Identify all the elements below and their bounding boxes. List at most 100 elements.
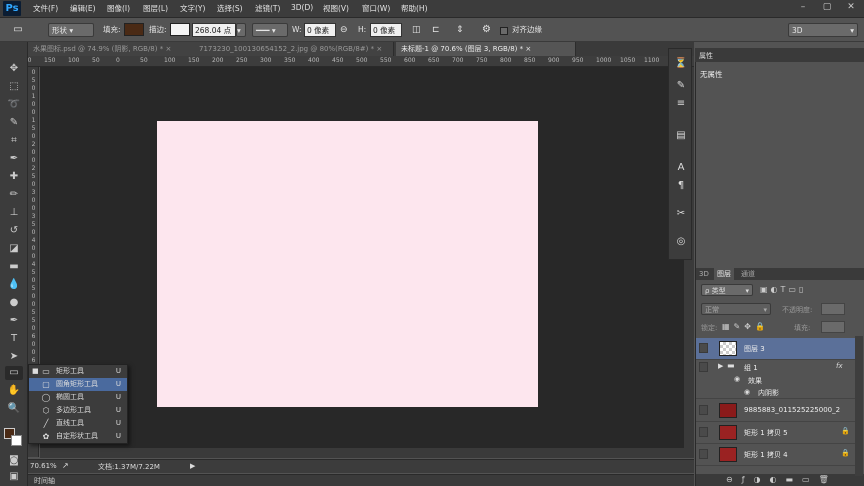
menu-edit[interactable]: 编辑(E)	[70, 3, 96, 14]
screen-mode-icon[interactable]: ▣	[5, 470, 23, 484]
eraser-tool-icon[interactable]: ◪	[5, 242, 23, 256]
blend-mode-select[interactable]: 正常 ▾	[701, 303, 771, 315]
lasso-tool-icon[interactable]: ➰	[5, 98, 23, 112]
align-edges-checkbox[interactable]	[500, 27, 508, 35]
dodge-tool-icon[interactable]: ●	[5, 296, 23, 310]
tab-channels[interactable]: 通道	[738, 268, 758, 280]
path-alignment-icon[interactable]: ⊏	[432, 23, 440, 37]
visibility-toggle[interactable]	[699, 343, 708, 353]
tab-close-icon[interactable]: ×	[376, 45, 382, 53]
pen-tool-icon[interactable]: ✒	[5, 314, 23, 328]
layer-row[interactable]: 矩形 1 拷贝 4 🔒	[696, 444, 856, 466]
brush-presets-icon[interactable]: ✎	[673, 79, 689, 93]
path-operations-icon[interactable]: ◫	[412, 23, 421, 37]
menu-window[interactable]: 窗口(W)	[362, 3, 390, 14]
3d-panel-icon[interactable]: ◎	[673, 235, 689, 249]
menu-view[interactable]: 视图(V)	[323, 3, 349, 14]
fill-field[interactable]	[821, 321, 845, 333]
height-field[interactable]: 0 像素	[370, 23, 402, 37]
opacity-field[interactable]	[821, 303, 845, 315]
effect-eye-icon[interactable]: ◉	[744, 388, 750, 396]
effect-eye-icon[interactable]: ◉	[734, 375, 740, 383]
visibility-toggle[interactable]	[699, 405, 708, 415]
menu-filter[interactable]: 滤镜(T)	[255, 3, 280, 14]
menu-help[interactable]: 帮助(H)	[401, 3, 428, 14]
layer-row[interactable]: 9885883_011525225000_2	[696, 400, 856, 422]
status-menu-arrow-icon[interactable]: ▶	[190, 462, 195, 470]
properties-title[interactable]: 属性	[699, 51, 713, 61]
layer-row[interactable]: 图层 3	[696, 338, 856, 360]
paragraph-panel-icon[interactable]: ¶	[673, 179, 689, 193]
tab-close-icon[interactable]: ×	[165, 45, 171, 53]
zoom-level[interactable]: 70.61%	[30, 462, 57, 470]
rectangle-tool-item[interactable]: ■ ▭ 矩形工具 U	[29, 365, 127, 378]
crop-tool-icon[interactable]: ⌗	[5, 134, 23, 148]
fill-color-swatch[interactable]	[124, 23, 144, 36]
line-tool-item[interactable]: ╱ 直线工具 U	[29, 417, 127, 430]
path-selection-tool-icon[interactable]: ➤	[5, 350, 23, 364]
visibility-toggle[interactable]	[699, 362, 708, 372]
shape-tool-icon[interactable]: ▭	[5, 366, 23, 380]
tab-jpg[interactable]: 7173230_100130654152_2.jpg @ 80%(RGB/8#)…	[194, 42, 394, 56]
stroke-type-select[interactable]: ━━━ ▾	[252, 23, 288, 37]
lock-icons[interactable]: ▦✎✥🔒	[722, 322, 769, 331]
layers-scrollbar[interactable]	[855, 336, 863, 476]
path-arrangement-icon[interactable]: ⇕	[456, 23, 464, 37]
menu-select[interactable]: 选择(S)	[217, 3, 243, 14]
quick-mask-icon[interactable]: ◙	[5, 454, 23, 468]
background-color-swatch[interactable]	[11, 435, 22, 446]
layer-row[interactable]: 矩形 1 拷贝 5 🔒	[696, 422, 856, 444]
rounded-rectangle-tool-item[interactable]: ▢ 圆角矩形工具 U	[29, 378, 127, 391]
workspace-select[interactable]: 3D ▾	[788, 23, 858, 37]
blur-tool-icon[interactable]: 💧	[5, 278, 23, 292]
maximize-button[interactable]: ▢	[816, 0, 838, 14]
quick-select-tool-icon[interactable]: ✎	[5, 116, 23, 130]
actions-panel-icon[interactable]: ▤	[673, 129, 689, 143]
visibility-toggle[interactable]	[699, 449, 708, 459]
tab-fruit-icon[interactable]: 水果图标.psd @ 74.9% (阴影, RGB/8) * ×	[28, 42, 206, 56]
zoom-tool-icon[interactable]: 🔍	[5, 402, 23, 416]
tool-presets-icon[interactable]: ✂	[673, 207, 689, 221]
menu-file[interactable]: 文件(F)	[33, 3, 58, 14]
inner-shadow-row[interactable]: ◉ 内阴影	[696, 386, 856, 399]
link-icon[interactable]: ⊖	[340, 23, 348, 37]
layer-filter-select[interactable]: ρ 类型 ▾	[701, 284, 753, 296]
stroke-size-field[interactable]: 268.04 点	[192, 23, 236, 37]
marquee-tool-icon[interactable]: ⬚	[5, 80, 23, 94]
stroke-color-swatch[interactable]	[170, 23, 190, 36]
menu-type[interactable]: 文字(Y)	[180, 3, 205, 14]
rectangle-tool-preset-icon[interactable]: ▭	[8, 23, 28, 37]
type-tool-icon[interactable]: T	[5, 332, 23, 346]
share-icon[interactable]: ↗	[62, 461, 69, 470]
shape-mode-select[interactable]: 形状 ▾	[48, 23, 94, 37]
gear-icon[interactable]: ⚙	[482, 23, 491, 37]
history-panel-icon[interactable]: ⏳	[673, 57, 689, 71]
brush-tool-icon[interactable]: ✏	[5, 188, 23, 202]
adjustments-icon[interactable]: ≡	[673, 97, 689, 111]
visibility-toggle[interactable]	[699, 427, 708, 437]
document-canvas[interactable]	[157, 121, 538, 407]
layer-group-row[interactable]: ▶ ▬ 组 1 fx	[696, 360, 856, 374]
expand-arrow-icon[interactable]: ▶	[718, 362, 723, 370]
tab-3d[interactable]: 3D	[696, 268, 712, 280]
custom-shape-tool-item[interactable]: ✿ 自定形状工具 U	[29, 430, 127, 443]
tab-untitled[interactable]: 未标题-1 @ 70.6% (图层 3, RGB/8) * ×	[396, 42, 576, 56]
ellipse-tool-item[interactable]: ◯ 椭圆工具 U	[29, 391, 127, 404]
stroke-size-dropdown[interactable]: ▾	[236, 23, 246, 37]
eyedropper-tool-icon[interactable]: ✒	[5, 152, 23, 166]
history-brush-tool-icon[interactable]: ↺	[5, 224, 23, 238]
timeline-tab[interactable]: 时间轴	[34, 476, 55, 486]
filter-icons[interactable]: ▣◐T▭▯	[760, 285, 806, 294]
clone-stamp-tool-icon[interactable]: ⊥	[5, 206, 23, 220]
tab-layers[interactable]: 图层	[714, 268, 734, 280]
menu-image[interactable]: 图像(I)	[107, 3, 130, 14]
effects-row[interactable]: ◉ 效果	[696, 374, 856, 386]
tab-close-icon[interactable]: ×	[525, 45, 531, 53]
gradient-tool-icon[interactable]: ▬	[5, 260, 23, 274]
layer-action-icons[interactable]: ⊖ƒ◑◐▬▭🗑	[726, 475, 838, 484]
polygon-tool-item[interactable]: ⬡ 多边形工具 U	[29, 404, 127, 417]
width-field[interactable]: 0 像素	[304, 23, 336, 37]
minimize-button[interactable]: –	[792, 0, 814, 14]
close-button[interactable]: ✕	[840, 0, 862, 14]
horizontal-scrollbar[interactable]	[40, 448, 694, 458]
